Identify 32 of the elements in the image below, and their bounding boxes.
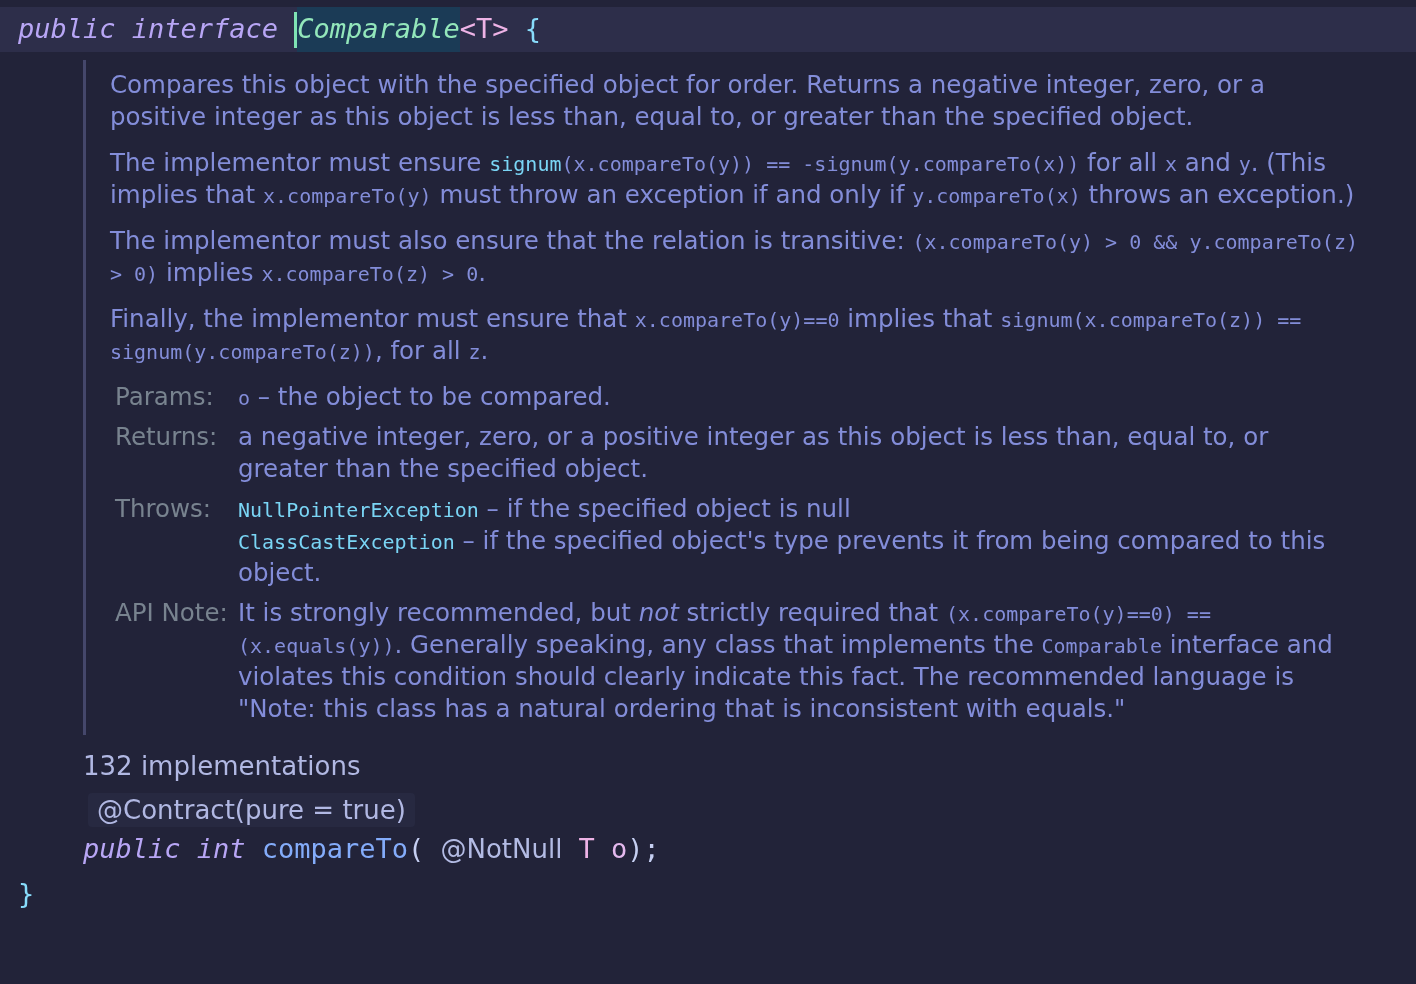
tag-label: Returns: bbox=[114, 421, 219, 453]
doc-paragraph: Finally, the implementor must ensure that x.compareTo(y)==0 implies that signum(x.compareTo(z)) == signum(y.compareTo(z)), for all z. bbox=[110, 303, 1303, 367]
type-parameter: T bbox=[578, 832, 595, 867]
punctuation: ); bbox=[627, 832, 660, 867]
annotation-hint: @NotNull bbox=[440, 833, 563, 866]
type-parameter: <T> bbox=[459, 12, 509, 47]
keyword: int bbox=[196, 832, 246, 867]
implementations-hint[interactable]: 132 implementations bbox=[83, 748, 361, 784]
tag-description: NullPointerException – if the specified object is null bbox=[238, 493, 852, 525]
method-name: compareTo bbox=[261, 832, 408, 867]
tag-label: Throws: bbox=[114, 493, 213, 525]
doc-paragraph: The implementor must ensure signum(x.compareTo(y)) == -signum(y.compareTo(x)) for all x and y. (This implies that x.compareTo(y) must throw an exception if and only if y.compareTo(x) throws an exception.) bbox=[110, 147, 1356, 211]
tag-description: It is strongly recommended, but not strictly required that (x.compareTo(y)==0) == (x.equals(y)). Generally speaking, any class that implements the Comparable interface and violates this condition should clearly indicate this fact. The recommended language is "Note: this class has a natural ordering that is inconsistent with equals." bbox=[238, 597, 1334, 725]
doc-paragraph: Compares this object with the specified object for order. Returns a negative integer, zero, or a positive integer as this object is less than, equal to, or greater than the specified object. bbox=[110, 69, 1266, 133]
doc-paragraph: The implementor must also ensure that the relation is transitive: (x.compareTo(y) > 0 && y.compareTo(z) > 0) implies x.compareTo(z) > 0. bbox=[110, 225, 1359, 289]
punctuation: ( bbox=[408, 832, 425, 867]
doc-link[interactable]: signum bbox=[489, 152, 562, 176]
tag-description: a negative integer, zero, or a positive integer as this object is less than, equal to, or greater than the specified object. bbox=[238, 421, 1270, 485]
parameter-name: o bbox=[611, 832, 628, 867]
tag-label: Params: bbox=[114, 381, 215, 413]
doc-link[interactable]: ClassCastException bbox=[238, 530, 455, 554]
doc-link[interactable]: NullPointerException bbox=[238, 498, 479, 522]
annotation-hint: @Contract(pure = true) bbox=[88, 793, 415, 827]
tag-label: API Note: bbox=[114, 597, 229, 629]
keyword: interface bbox=[131, 12, 279, 47]
brace: { bbox=[524, 12, 542, 47]
type-name: Comparable bbox=[297, 7, 460, 52]
brace: } bbox=[18, 877, 35, 912]
keyword: public bbox=[83, 832, 181, 867]
tag-description: ClassCastException – if the specified object's type prevents it from being compared to this object. bbox=[238, 525, 1327, 589]
keyword: public bbox=[18, 12, 116, 47]
tag-description: o – the object to be compared. bbox=[238, 381, 612, 413]
